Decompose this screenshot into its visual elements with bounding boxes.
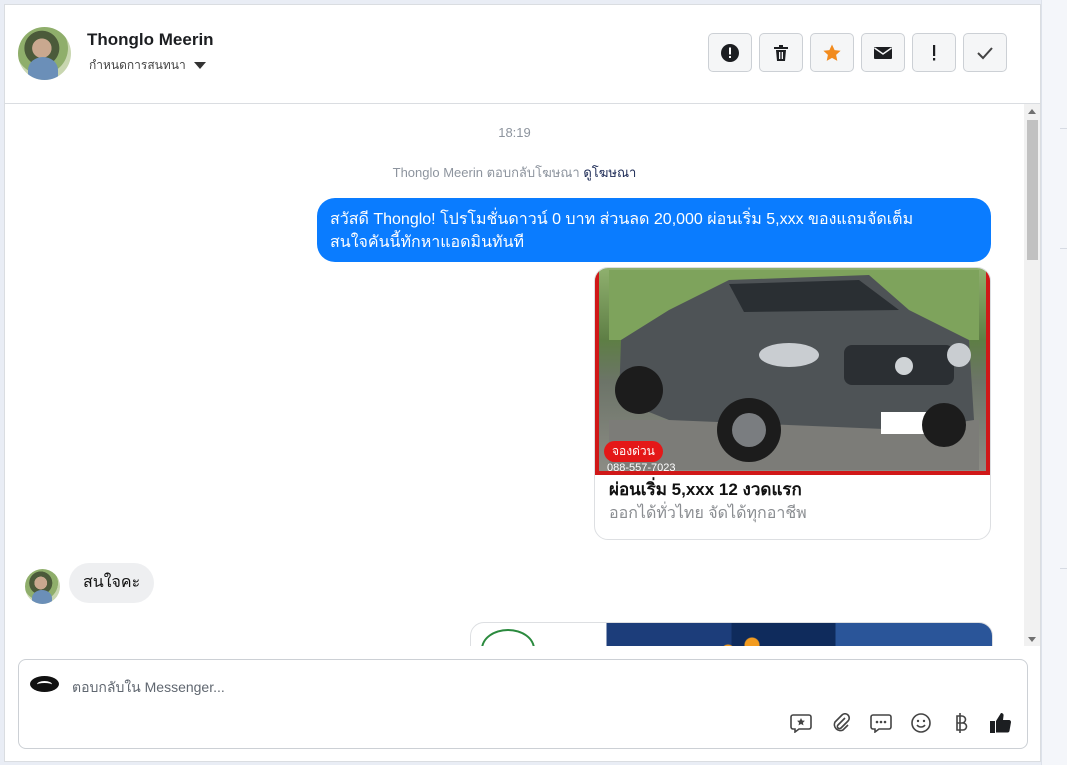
dealer-logo	[481, 629, 535, 646]
mark-done-button[interactable]	[963, 33, 1007, 72]
ad-card-title: ผ่อนเริ่ม 5,xxx 12 งวดแรก	[609, 480, 802, 499]
spam-icon	[721, 43, 739, 62]
comment-button[interactable]	[867, 710, 895, 736]
ad-phone: 088-557-7023	[607, 462, 676, 474]
saved-reply-button[interactable]	[787, 710, 815, 736]
scroll-down-arrow-icon[interactable]	[1028, 637, 1036, 642]
like-icon	[990, 713, 1012, 733]
view-ad-link[interactable]: ดูโฆษณา	[583, 165, 636, 180]
assign-conversation-dropdown[interactable]: กำหนดการสนทนา	[89, 56, 206, 75]
mark-spam-button[interactable]	[708, 33, 752, 72]
attach-icon	[833, 713, 851, 732]
right-edge-strip	[1041, 0, 1067, 765]
payment-button[interactable]	[947, 710, 975, 736]
header-actions	[708, 33, 1007, 72]
reply-input[interactable]: ตอบกลับใน Messenger...	[72, 677, 225, 699]
outgoing-message-line1: สวัสดี Thonglo! โปรโมชั่นดาวน์ 0 บาท ส่ว…	[330, 211, 914, 228]
emoji-button[interactable]	[907, 710, 935, 736]
ad-badge: จองด่วน	[604, 441, 663, 462]
contact-avatar-small	[25, 569, 60, 604]
delete-button[interactable]	[759, 33, 803, 72]
star-button[interactable]	[810, 33, 854, 72]
ad-decoration	[716, 633, 776, 646]
outgoing-message-line2: สนใจคันนี้ทักหาแอดมินทันที	[330, 234, 525, 251]
ad-card[interactable]: จองด่วน 088-557-7023 ผ่อนเริ่ม 5,xxx 12 …	[594, 267, 991, 540]
ad-card-subtitle: ออกได้ทั่วไทย จัดได้ทุกอาชีพ	[609, 505, 807, 522]
comment-icon	[870, 714, 892, 733]
mark-unread-button[interactable]	[861, 33, 905, 72]
conversation-panel: Thonglo Meerin กำหนดการสนทนา 18:19 Thong…	[4, 4, 1041, 762]
trash-icon	[774, 44, 788, 61]
conversation-header: Thonglo Meerin กำหนดการสนทนา	[5, 5, 1040, 104]
incoming-message[interactable]: สนใจคะ	[69, 563, 155, 603]
thread-scrollbar[interactable]	[1024, 104, 1040, 646]
scroll-up-arrow-icon[interactable]	[1028, 109, 1036, 114]
contact-name[interactable]: Thonglo Meerin	[87, 30, 214, 50]
star-icon	[823, 44, 841, 61]
exclamation-icon	[933, 44, 936, 60]
emoji-icon	[911, 713, 931, 733]
assign-label: กำหนดการสนทนา	[89, 58, 186, 72]
check-icon	[977, 46, 993, 59]
caret-down-icon	[193, 62, 206, 69]
like-button[interactable]	[987, 710, 1015, 736]
saved-reply-icon	[790, 714, 812, 733]
ad-card-partial[interactable]	[470, 622, 993, 646]
outgoing-message[interactable]: สวัสดี Thonglo! โปรโมชั่นดาวน์ 0 บาท ส่ว…	[317, 198, 991, 262]
ad-reply-info: Thonglo Meerin ตอบกลับโฆษณา ดูโฆษณา	[5, 162, 1024, 183]
composer-tools	[787, 710, 1015, 736]
baht-icon	[956, 713, 968, 733]
truck-ad-image[interactable]: จองด่วน 088-557-7023	[595, 268, 990, 475]
envelope-icon	[874, 46, 892, 59]
message-timestamp: 18:19	[498, 125, 531, 140]
page-avatar-icon	[30, 676, 59, 692]
attach-button[interactable]	[827, 710, 855, 736]
contact-avatar[interactable]	[18, 27, 71, 80]
follow-up-button[interactable]	[912, 33, 956, 72]
scrollbar-thumb[interactable]	[1027, 120, 1038, 260]
reply-composer[interactable]: ตอบกลับใน Messenger...	[18, 659, 1028, 749]
ad-reply-text: Thonglo Meerin ตอบกลับโฆษณา	[392, 165, 580, 180]
message-thread[interactable]: 18:19 Thonglo Meerin ตอบกลับโฆษณา ดูโฆษณ…	[5, 104, 1024, 646]
